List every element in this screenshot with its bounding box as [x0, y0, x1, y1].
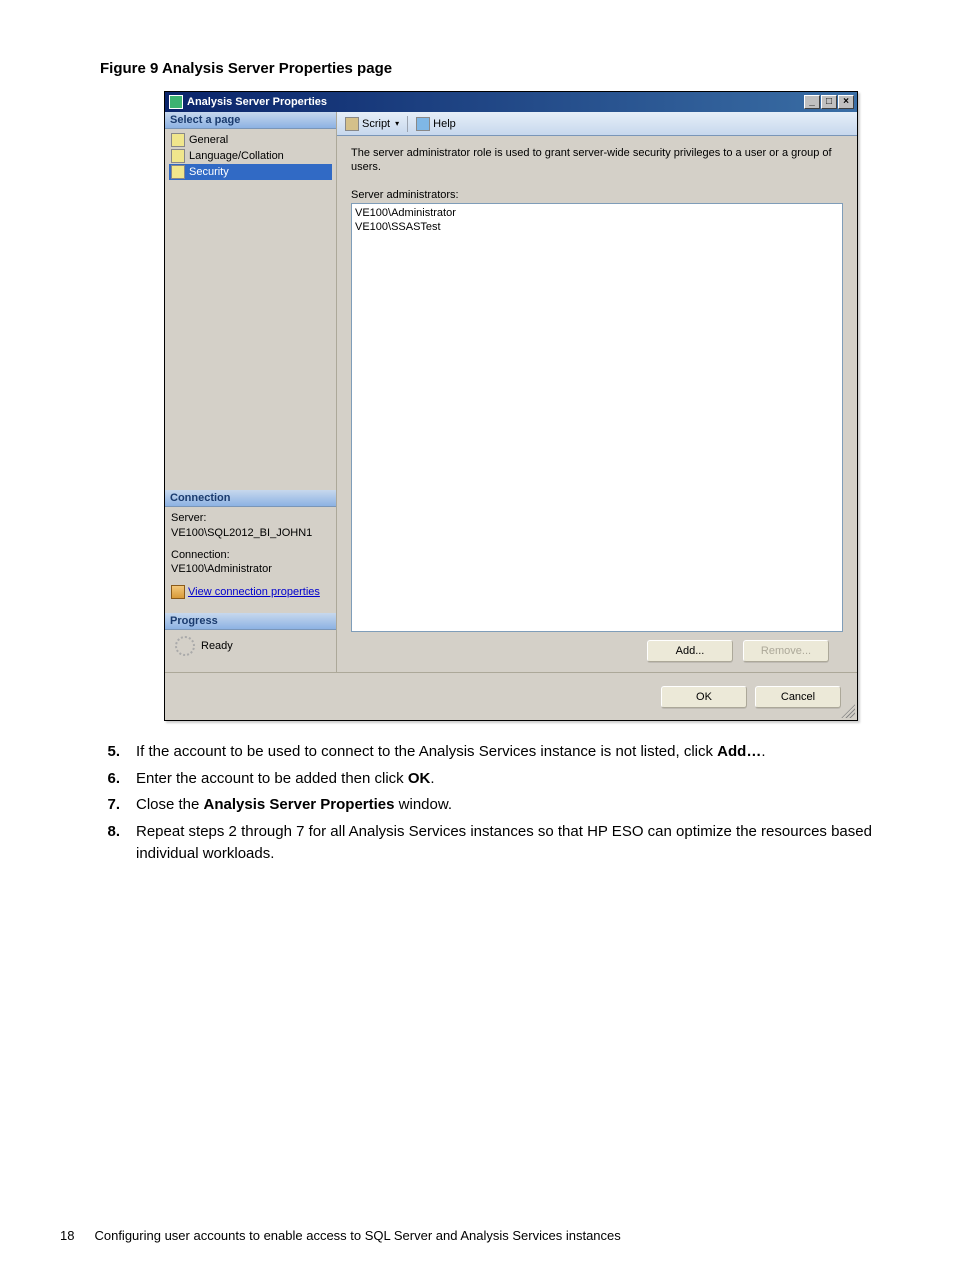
resize-grip-icon[interactable] [841, 704, 855, 718]
properties-icon [171, 585, 185, 599]
administrators-listbox[interactable]: VE100\Administrator VE100\SSASTest [351, 203, 843, 632]
sidebar-item-label: Security [189, 166, 229, 178]
toolbar: Script ▾ Help [337, 112, 857, 136]
page-icon [171, 165, 185, 179]
server-label: Server: [171, 511, 330, 525]
help-icon [416, 117, 430, 131]
view-connection-link[interactable]: View connection properties [171, 585, 320, 599]
sidebar-item-general[interactable]: General [169, 132, 332, 148]
sidebar-item-language[interactable]: Language/Collation [169, 148, 332, 164]
link-text: View connection properties [188, 585, 320, 599]
description-text: The server administrator role is used to… [351, 146, 843, 175]
progress-status: Ready [201, 640, 233, 652]
select-page-header: Select a page [165, 112, 336, 129]
connection-header: Connection [165, 490, 336, 507]
instructions-list: 5. If the account to be used to connect … [100, 741, 894, 866]
main-pane: Script ▾ Help The server administrator r… [337, 112, 857, 672]
sidebar: Select a page General Language/Collation… [165, 112, 337, 672]
toolbar-label: Help [433, 118, 456, 130]
step-text: window. [394, 796, 452, 813]
script-dropdown[interactable]: Script ▾ [341, 115, 403, 133]
toolbar-label: Script [362, 118, 390, 130]
script-icon [345, 117, 359, 131]
instruction-item: 7. Close the Analysis Server Properties … [100, 794, 894, 817]
sidebar-item-label: General [189, 134, 228, 146]
close-button[interactable]: × [838, 95, 854, 109]
step-text: . [761, 743, 765, 760]
step-text: If the account to be used to connect to … [136, 743, 717, 760]
sidebar-item-label: Language/Collation [189, 150, 284, 162]
cancel-button[interactable]: Cancel [755, 686, 841, 708]
ok-button[interactable]: OK [661, 686, 747, 708]
minimize-button[interactable]: _ [804, 95, 820, 109]
server-value: VE100\SQL2012_BI_JOHN1 [171, 526, 330, 540]
list-label: Server administrators: [351, 189, 843, 201]
app-icon [169, 95, 183, 109]
step-bold: Analysis Server Properties [204, 796, 395, 813]
dialog-footer: OK Cancel [165, 672, 857, 720]
properties-window: Analysis Server Properties _ □ × Select … [164, 91, 858, 721]
step-text: Close the [136, 796, 204, 813]
list-item[interactable]: VE100\Administrator [355, 206, 839, 220]
connection-value: VE100\Administrator [171, 562, 330, 576]
titlebar: Analysis Server Properties _ □ × [165, 92, 857, 112]
instruction-item: 6. Enter the account to be added then cl… [100, 768, 894, 791]
progress-spinner-icon [175, 636, 195, 656]
list-item[interactable]: VE100\SSASTest [355, 220, 839, 234]
step-number: 8. [100, 821, 136, 866]
add-button[interactable]: Add... [647, 640, 733, 662]
instruction-item: 5. If the account to be used to connect … [100, 741, 894, 764]
step-text: . [430, 770, 434, 787]
page-footer: 18 Configuring user accounts to enable a… [60, 1228, 894, 1243]
remove-button[interactable]: Remove... [743, 640, 829, 662]
page-icon [171, 149, 185, 163]
page-icon [171, 133, 185, 147]
page-number: 18 [60, 1228, 74, 1243]
toolbar-separator [407, 116, 408, 132]
chevron-down-icon: ▾ [395, 119, 399, 128]
connection-label: Connection: [171, 548, 330, 562]
step-number: 6. [100, 768, 136, 791]
step-text: Enter the account to be added then click [136, 770, 408, 787]
step-bold: OK [408, 770, 431, 787]
instruction-item: 8. Repeat steps 2 through 7 for all Anal… [100, 821, 894, 866]
step-number: 5. [100, 741, 136, 764]
sidebar-item-security[interactable]: Security [169, 164, 332, 180]
progress-header: Progress [165, 613, 336, 630]
figure-caption: Figure 9 Analysis Server Properties page [100, 60, 894, 77]
help-button[interactable]: Help [412, 115, 460, 133]
step-bold: Add… [717, 743, 761, 760]
maximize-button[interactable]: □ [821, 95, 837, 109]
window-title: Analysis Server Properties [187, 96, 804, 108]
connection-section: Server: VE100\SQL2012_BI_JOHN1 Connectio… [165, 507, 336, 613]
step-text: Repeat steps 2 through 7 for all Analysi… [136, 823, 872, 863]
page-footer-title: Configuring user accounts to enable acce… [94, 1228, 620, 1243]
step-number: 7. [100, 794, 136, 817]
